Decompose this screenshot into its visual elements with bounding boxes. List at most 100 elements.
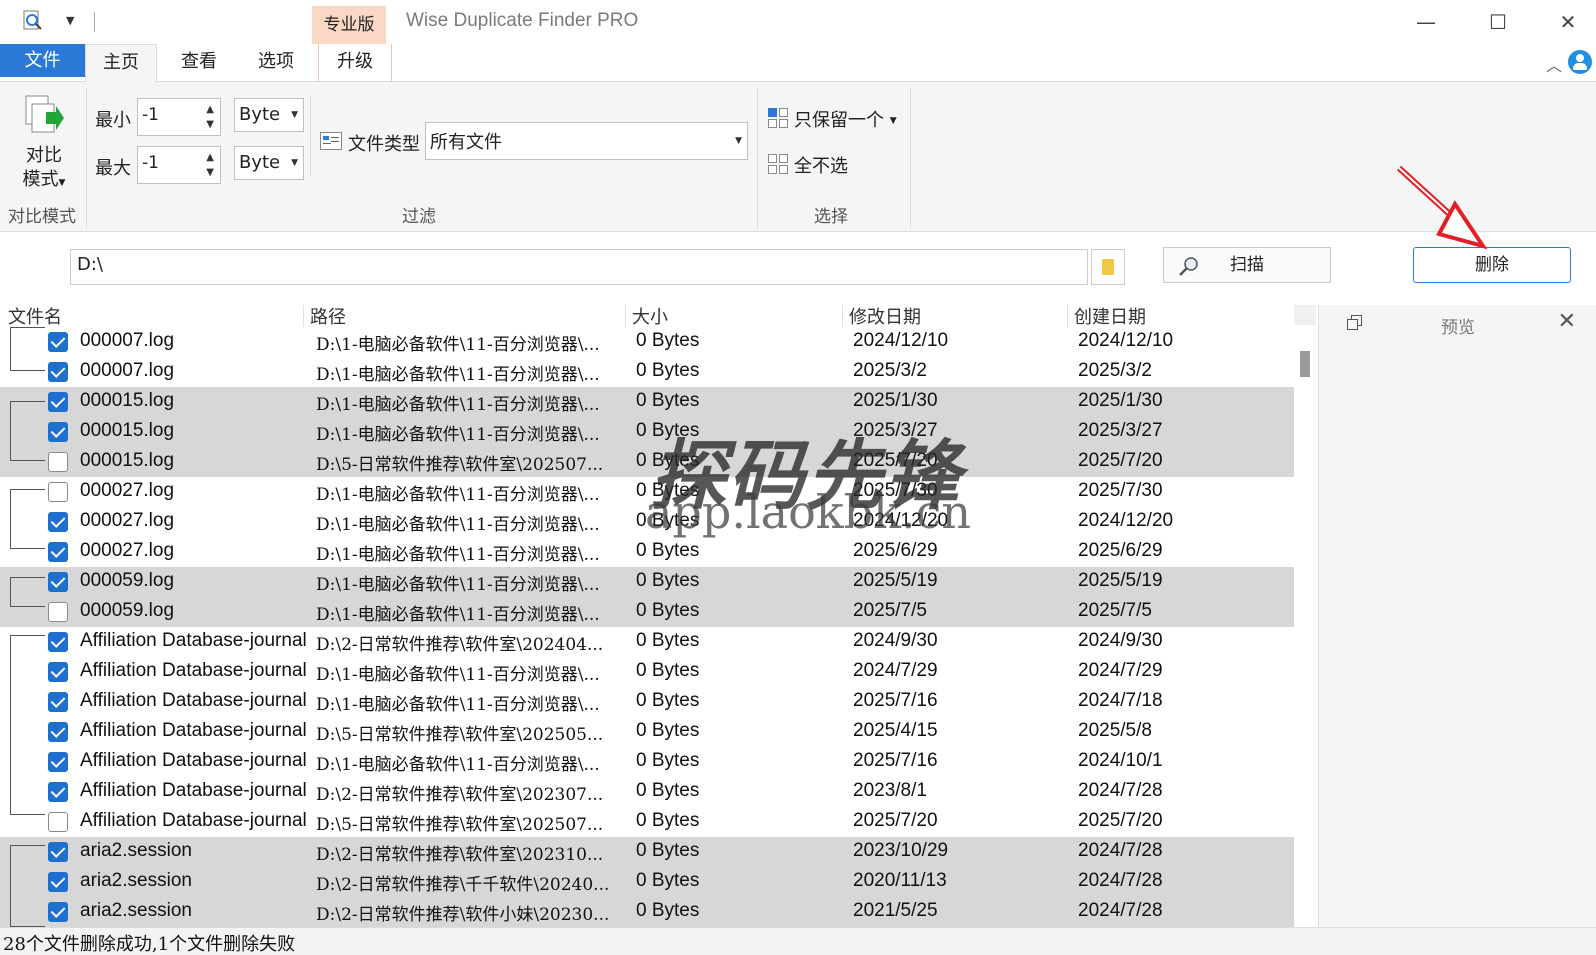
column-header-created[interactable]: 创建日期 — [1074, 305, 1146, 329]
table-row[interactable]: 000059.log D:\1-电脑必备软件\11-百分浏览器\... 0 Byte… — [0, 567, 1294, 597]
max-unit-select[interactable]: Byte ▼ — [234, 146, 304, 180]
minimize-button[interactable]: — — [1411, 8, 1441, 36]
select-none-button[interactable]: 全不选 — [794, 152, 848, 178]
table-row[interactable]: 000059.log D:\1-电脑必备软件\11-百分浏览器\... 0 Byte… — [0, 597, 1294, 627]
tab-view[interactable]: 查看 — [163, 44, 235, 82]
tab-upgrade[interactable]: 升级 — [318, 44, 392, 82]
decrease-icon[interactable]: ▼ — [206, 167, 214, 178]
ribbon-panel: 对比 模式▼ 对比模式 最小 -1 ▲ ▼ Byte ▼ 最大 -1 ▲ ▼ B… — [0, 82, 1596, 232]
row-checkbox[interactable] — [48, 692, 68, 712]
table-row[interactable]: 000007.log D:\1-电脑必备软件\11-百分浏览器\... 0 Byte… — [0, 327, 1294, 357]
row-checkbox[interactable] — [48, 602, 68, 622]
table-row[interactable]: aria2.session D:\2-日常软件推荐\软件室\202310... 0 … — [0, 837, 1294, 867]
row-checkbox[interactable] — [48, 572, 68, 592]
row-checkbox[interactable] — [48, 812, 68, 832]
max-size-value: -1 — [142, 153, 159, 173]
list-scrollbar[interactable] — [1294, 305, 1316, 927]
row-checkbox[interactable] — [48, 512, 68, 532]
table-row[interactable]: Affiliation Database-journal D:\2-日常软件推荐\… — [0, 627, 1294, 657]
column-separator[interactable] — [625, 305, 626, 327]
quick-access-dropdown-icon[interactable]: ▼ — [66, 14, 74, 27]
table-row[interactable]: aria2.session D:\2-日常软件推荐\千千软件\20240... 0 … — [0, 867, 1294, 897]
table-row[interactable]: 000007.log D:\1-电脑必备软件\11-百分浏览器\... 0 Byte… — [0, 357, 1294, 387]
table-row[interactable]: 000027.log D:\1-电脑必备软件\11-百分浏览器\... 0 Byte… — [0, 537, 1294, 567]
created-date-cell: 2025/5/19 — [1078, 570, 1163, 591]
table-row[interactable]: Affiliation Database-journal D:\1-电脑必备软件\… — [0, 657, 1294, 687]
keep-one-button[interactable]: 只保留一个 ▼ — [794, 106, 897, 132]
file-path-cell: D:\5-日常软件推荐\软件室\202507... — [316, 455, 604, 475]
file-size-cell: 0 Bytes — [636, 690, 700, 711]
table-row[interactable]: 000015.log D:\5-日常软件推荐\软件室\202507... 0 Byt… — [0, 447, 1294, 477]
row-checkbox[interactable] — [48, 722, 68, 742]
file-name-cell: Affiliation Database-journal — [80, 660, 307, 681]
table-row[interactable]: Affiliation Database-journal D:\1-电脑必备软件\… — [0, 747, 1294, 777]
app-logo-icon[interactable] — [22, 10, 44, 32]
table-row[interactable]: Affiliation Database-journal D:\5-日常软件推荐\… — [0, 807, 1294, 837]
row-checkbox[interactable] — [48, 632, 68, 652]
table-row[interactable]: 000015.log D:\1-电脑必备软件\11-百分浏览器\... 0 Byte… — [0, 387, 1294, 417]
row-checkbox[interactable] — [48, 542, 68, 562]
user-account-icon[interactable] — [1568, 50, 1592, 74]
scan-button[interactable]: 扫描 — [1163, 247, 1331, 283]
column-header-size[interactable]: 大小 — [632, 305, 668, 329]
column-separator[interactable] — [1067, 305, 1068, 327]
file-type-select[interactable]: 所有文件 ▼ — [425, 122, 748, 160]
scan-path-input[interactable]: D:\ — [70, 249, 1088, 285]
table-row[interactable]: Affiliation Database-journal D:\5-日常软件推荐\… — [0, 717, 1294, 747]
column-separator[interactable] — [842, 305, 843, 327]
file-size-cell: 0 Bytes — [636, 540, 700, 561]
modified-date-cell: 2020/11/13 — [853, 870, 947, 891]
max-size-stepper[interactable]: -1 ▲ ▼ — [137, 146, 221, 184]
row-checkbox[interactable] — [48, 842, 68, 862]
tab-file[interactable]: 文件 — [0, 44, 85, 77]
tab-options[interactable]: 选项 — [240, 44, 312, 82]
row-checkbox[interactable] — [48, 872, 68, 892]
table-row[interactable]: Affiliation Database-journal D:\2-日常软件推荐\… — [0, 777, 1294, 807]
close-preview-icon[interactable]: ✕ — [1558, 309, 1576, 334]
modified-date-cell: 2025/3/2 — [853, 360, 927, 381]
row-checkbox[interactable] — [48, 902, 68, 922]
file-path-cell: D:\1-电脑必备软件\11-百分浏览器\... — [316, 575, 600, 595]
created-date-cell: 2025/1/30 — [1078, 390, 1163, 411]
tab-home[interactable]: 主页 — [85, 44, 157, 83]
increase-icon[interactable]: ▲ — [206, 152, 214, 163]
row-checkbox[interactable] — [48, 482, 68, 502]
file-size-cell: 0 Bytes — [636, 630, 700, 651]
row-checkbox[interactable] — [48, 662, 68, 682]
min-unit-select[interactable]: Byte ▼ — [234, 98, 304, 132]
row-checkbox[interactable] — [48, 332, 68, 352]
maximize-button[interactable]: ☐ — [1483, 8, 1513, 36]
close-window-button[interactable]: ✕ — [1553, 8, 1583, 36]
table-row[interactable]: 000015.log D:\1-电脑必备软件\11-百分浏览器\... 0 Byte… — [0, 417, 1294, 447]
collapse-ribbon-icon[interactable]: ︿ — [1546, 52, 1562, 76]
scrollbar-thumb[interactable] — [1300, 351, 1310, 377]
row-checkbox[interactable] — [48, 452, 68, 472]
column-separator[interactable] — [303, 305, 304, 327]
file-name-cell: aria2.session — [80, 870, 192, 891]
row-checkbox[interactable] — [48, 752, 68, 772]
compare-mode-icon[interactable] — [24, 94, 64, 136]
column-header-path[interactable]: 路径 — [310, 305, 346, 329]
file-size-cell: 0 Bytes — [636, 750, 700, 771]
compare-mode-button[interactable]: 对比 模式▼ — [16, 144, 72, 195]
table-row[interactable]: Affiliation Database-journal D:\1-电脑必备软件\… — [0, 687, 1294, 717]
scrollbar-top[interactable] — [1294, 305, 1316, 325]
increase-icon[interactable]: ▲ — [206, 104, 214, 115]
row-checkbox[interactable] — [48, 392, 68, 412]
file-path-cell: D:\2-日常软件推荐\软件室\202307... — [316, 785, 604, 805]
row-checkbox[interactable] — [48, 782, 68, 802]
modified-date-cell: 2025/4/15 — [853, 720, 938, 741]
row-checkbox[interactable] — [48, 422, 68, 442]
created-date-cell: 2024/12/20 — [1078, 510, 1174, 531]
min-size-stepper[interactable]: -1 ▲ ▼ — [137, 98, 221, 136]
decrease-icon[interactable]: ▼ — [206, 119, 214, 130]
file-name-cell: 000059.log — [80, 600, 175, 621]
row-checkbox[interactable] — [48, 362, 68, 382]
column-header-modified[interactable]: 修改日期 — [849, 305, 921, 329]
modified-date-cell: 2023/8/1 — [853, 780, 927, 801]
browse-folder-button[interactable] — [1091, 249, 1125, 285]
table-row[interactable]: aria2.session D:\2-日常软件推荐\软件小妹\20230... 0 … — [0, 897, 1294, 927]
pin-window-icon[interactable] — [1347, 315, 1363, 331]
column-header-name[interactable]: 文件名 — [8, 305, 62, 329]
modified-date-cell: 2025/7/20 — [853, 810, 938, 831]
